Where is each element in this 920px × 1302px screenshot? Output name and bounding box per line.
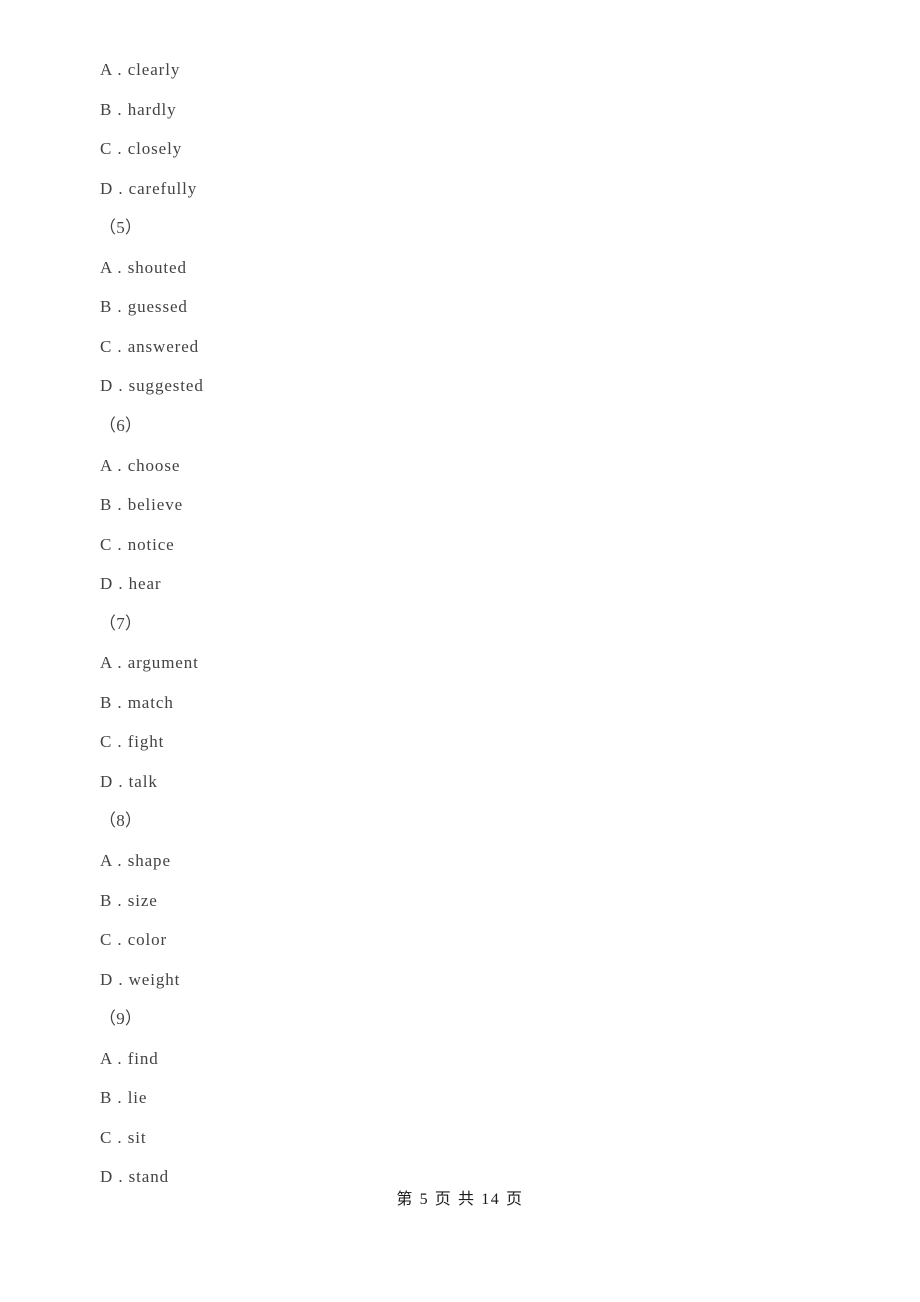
answer-option: D . carefully: [100, 178, 198, 198]
answer-option: D . weight: [100, 969, 181, 989]
question-number: （9）: [99, 1009, 143, 1029]
question-number: （8）: [99, 811, 143, 831]
answer-option: C . closely: [100, 139, 183, 159]
answer-option: A . choose: [100, 455, 181, 475]
answer-option: B . believe: [100, 495, 184, 515]
page-footer: 第 5 页 共 14 页: [396, 1191, 524, 1208]
question-number: （5）: [99, 218, 143, 238]
answer-option: D . talk: [100, 771, 158, 791]
answer-option: B . match: [100, 692, 174, 712]
answer-option: A . shouted: [100, 257, 187, 277]
answer-option: C . fight: [100, 732, 165, 752]
answer-option: C . color: [100, 930, 168, 950]
answer-option: A . find: [100, 1048, 159, 1068]
answer-option: A . clearly: [100, 60, 181, 79]
answer-option: C . notice: [100, 534, 175, 554]
document-page: A . clearly B . hardly C . closely D . care…: [0, 0, 920, 1302]
answer-option: D . hear: [100, 574, 162, 594]
answer-option: D . suggested: [100, 376, 204, 396]
answer-option: A . argument: [100, 653, 199, 673]
answer-option: B . hardly: [100, 99, 177, 119]
answer-option: B . size: [100, 890, 158, 910]
question-number: （6）: [99, 415, 143, 435]
answer-option: D . stand: [100, 1167, 170, 1187]
answer-option: A . shape: [100, 851, 171, 870]
answer-option: B . guessed: [100, 297, 188, 317]
answer-option: C . answered: [100, 336, 200, 356]
answer-option: C . sit: [100, 1127, 147, 1147]
question-number: （7）: [99, 613, 143, 633]
answer-option: B . lie: [100, 1088, 148, 1108]
